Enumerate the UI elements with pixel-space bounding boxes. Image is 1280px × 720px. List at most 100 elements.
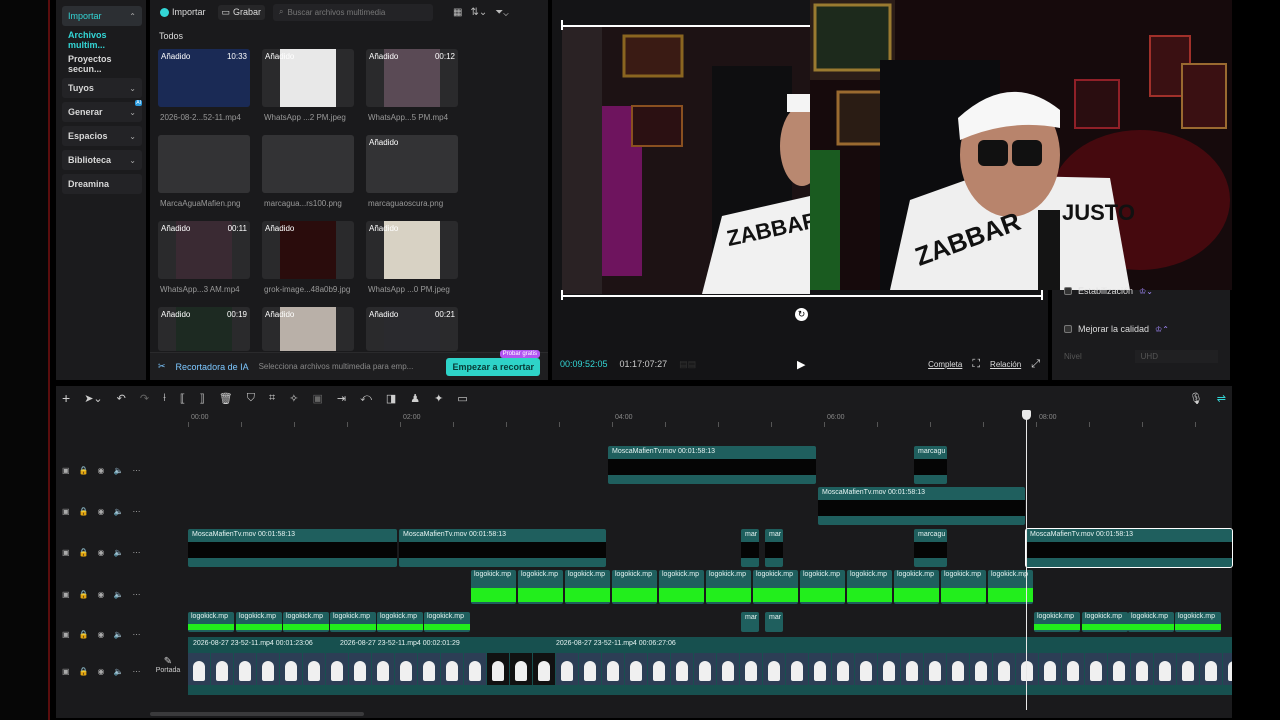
ratio-button[interactable]: Relación	[990, 360, 1021, 369]
link-toggle-icon[interactable]: ⇌	[1217, 392, 1226, 405]
more-icon[interactable]: ⋯	[132, 507, 140, 516]
logo-clip[interactable]: logokick.mp	[800, 570, 845, 604]
eye-icon[interactable]: ◉	[98, 507, 105, 516]
logo-clip[interactable]: logokick.mp	[330, 612, 376, 632]
media-thumb[interactable]	[158, 135, 250, 193]
track-thumb-icon[interactable]: ▣	[62, 466, 70, 475]
timeline-clip[interactable]: marcagu	[914, 529, 947, 567]
grid-view-icon[interactable]: ▦	[453, 7, 462, 18]
logo-clip[interactable]: logokick.mp	[236, 612, 282, 632]
crop-handle-top[interactable]	[562, 25, 810, 27]
filter-icon[interactable]: ⏷⌄	[495, 7, 508, 18]
track-thumb-icon[interactable]: ▣	[62, 548, 70, 557]
sidebar-item-biblioteca[interactable]: Biblioteca ⌄	[62, 150, 142, 170]
rotate-icon[interactable]: ↻	[795, 308, 808, 321]
speaker-icon[interactable]: 🔈	[114, 548, 124, 557]
media-thumb[interactable]: Añadido 00:11	[158, 221, 250, 279]
undo-icon[interactable]: ↶	[117, 392, 126, 405]
stabilization-row[interactable]: Estabilización ♔⌄	[1052, 286, 1230, 296]
logo-clip[interactable]: logokick.mp	[706, 570, 751, 604]
logo-clip[interactable]: logokick.mp	[377, 612, 423, 632]
sidebar-item-generar[interactable]: Generar ⌄ AI	[62, 100, 142, 122]
playhead[interactable]	[1026, 410, 1027, 710]
logo-clip[interactable]: logokick.mp	[659, 570, 704, 604]
media-thumb[interactable]: Añadido	[262, 49, 354, 107]
select-tool-icon[interactable]: ➤⌄	[84, 392, 102, 405]
timeline-clip[interactable]: mar	[741, 612, 759, 632]
media-thumb[interactable]: Añadido 00:19	[158, 307, 250, 351]
logo-clip[interactable]: logokick.mp	[894, 570, 939, 604]
media-thumb[interactable]: Añadido	[262, 307, 354, 351]
speaker-icon[interactable]: 🔈	[114, 630, 124, 639]
level-select[interactable]: UHD	[1134, 350, 1218, 363]
more-icon[interactable]: ⋯	[132, 667, 140, 676]
eye-icon[interactable]: ◉	[98, 548, 105, 557]
track-thumb-icon[interactable]: ▣	[62, 630, 70, 639]
microphone-icon[interactable]: 🎙	[1189, 392, 1203, 405]
sidebar-item-archivos[interactable]: Archivos multim...	[62, 30, 142, 50]
speaker-icon[interactable]: 🔈	[114, 466, 124, 475]
media-thumb[interactable]: Añadido	[366, 135, 458, 193]
media-thumb[interactable]: Añadido 00:12	[366, 49, 458, 107]
logo-clip[interactable]: logokick.mp	[188, 612, 234, 632]
timeline-clip[interactable]: mar	[765, 612, 783, 632]
stabilization-checkbox[interactable]	[1064, 287, 1072, 295]
auto-edit-icon[interactable]: ✧	[289, 392, 298, 405]
split-left-icon[interactable]: ⟦	[180, 392, 185, 405]
timeline-ruler[interactable]: 00:00 02:00 04:00 06:00 08:00	[188, 410, 1232, 428]
crop-icon[interactable]: ⌗	[269, 392, 275, 405]
sidebar-item-importar[interactable]: Importar ⌃	[62, 6, 142, 26]
main-video-track[interactable]: 2026-08-27 23-52-11.mp4 00:01:23:06 2026…	[188, 637, 1232, 695]
logo-clip[interactable]: logokick.mp	[1034, 612, 1080, 632]
logo-clip[interactable]: logokick.mp	[941, 570, 986, 604]
split-icon[interactable]: ⟊	[163, 392, 166, 405]
crop-handle-bottom[interactable]	[562, 295, 1042, 297]
mirror-icon[interactable]: ◨	[386, 392, 396, 405]
lock-icon[interactable]: 🔒	[79, 590, 89, 599]
track-thumb-icon[interactable]: ▣	[62, 667, 70, 676]
fit-screen-icon[interactable]: ⛶	[972, 358, 980, 371]
reverse-icon[interactable]: ⤺	[360, 392, 372, 405]
media-thumb[interactable]: Añadido 10:33	[158, 49, 250, 107]
speaker-icon[interactable]: 🔈	[114, 667, 124, 676]
shield-icon[interactable]: ⛉	[247, 392, 255, 405]
more-icon[interactable]: ⋯	[132, 548, 140, 557]
timeline-clip[interactable]: MoscaMafienTv.mov 00:01:58:13	[188, 529, 397, 567]
more-icon[interactable]: ⋯	[132, 630, 140, 639]
import-button[interactable]: Importar	[156, 5, 210, 19]
timeline-clip[interactable]: mar	[741, 529, 759, 567]
eye-icon[interactable]: ◉	[98, 590, 105, 599]
fullscreen-icon[interactable]: ⤢	[1031, 358, 1040, 371]
timeline-clip[interactable]: mar	[765, 529, 783, 567]
logo-clip[interactable]: logokick.mp	[283, 612, 329, 632]
logo-clip[interactable]: logokick.mp	[753, 570, 798, 604]
split-right-icon[interactable]: ⟧	[199, 392, 204, 405]
lock-icon[interactable]: 🔒	[79, 507, 89, 516]
caption-icon[interactable]: ▣	[312, 392, 322, 405]
media-thumb[interactable]	[262, 135, 354, 193]
media-thumb[interactable]: Añadido 00:21	[366, 307, 458, 351]
speaker-icon[interactable]: 🔈	[114, 507, 124, 516]
speaker-icon[interactable]: 🔈	[114, 590, 124, 599]
playhead-handle[interactable]	[1022, 410, 1031, 420]
search-input[interactable]: ⌕ Buscar archivos multimedia	[273, 3, 434, 21]
logo-clip[interactable]: logokick.mp	[424, 612, 470, 632]
track-thumb-icon[interactable]: ▣	[62, 590, 70, 599]
logo-clip[interactable]: logokick.mp	[1082, 612, 1128, 632]
sidebar-item-dreamina[interactable]: Dreamina	[62, 174, 142, 194]
timeline-clip[interactable]: MoscaMafienTv.mov 00:01:58:13	[1025, 528, 1233, 568]
eye-icon[interactable]: ◉	[98, 630, 105, 639]
cover-button[interactable]: ✎ Portada	[152, 656, 184, 682]
timeline-clip[interactable]: MoscaMafienTv.mov 00:01:58:13	[608, 446, 816, 484]
track-thumb-icon[interactable]: ▣	[62, 507, 70, 516]
sort-icon[interactable]: ⇅⌄	[471, 7, 488, 18]
crop-corner-tl[interactable]	[561, 20, 563, 30]
complete-button[interactable]: Completa	[928, 360, 962, 369]
play-icon[interactable]: ▶	[797, 358, 805, 371]
more-icon[interactable]: ⋯	[132, 466, 140, 475]
sidebar-item-proyectos[interactable]: Proyectos secun...	[62, 54, 142, 74]
freeze-icon[interactable]: ⇥	[337, 392, 346, 405]
sidebar-item-tuyos[interactable]: Tuyos ⌄	[62, 78, 142, 98]
improve-quality-row[interactable]: Mejorar la calidad ♔⌃	[1052, 324, 1230, 334]
lock-icon[interactable]: 🔒	[79, 630, 89, 639]
